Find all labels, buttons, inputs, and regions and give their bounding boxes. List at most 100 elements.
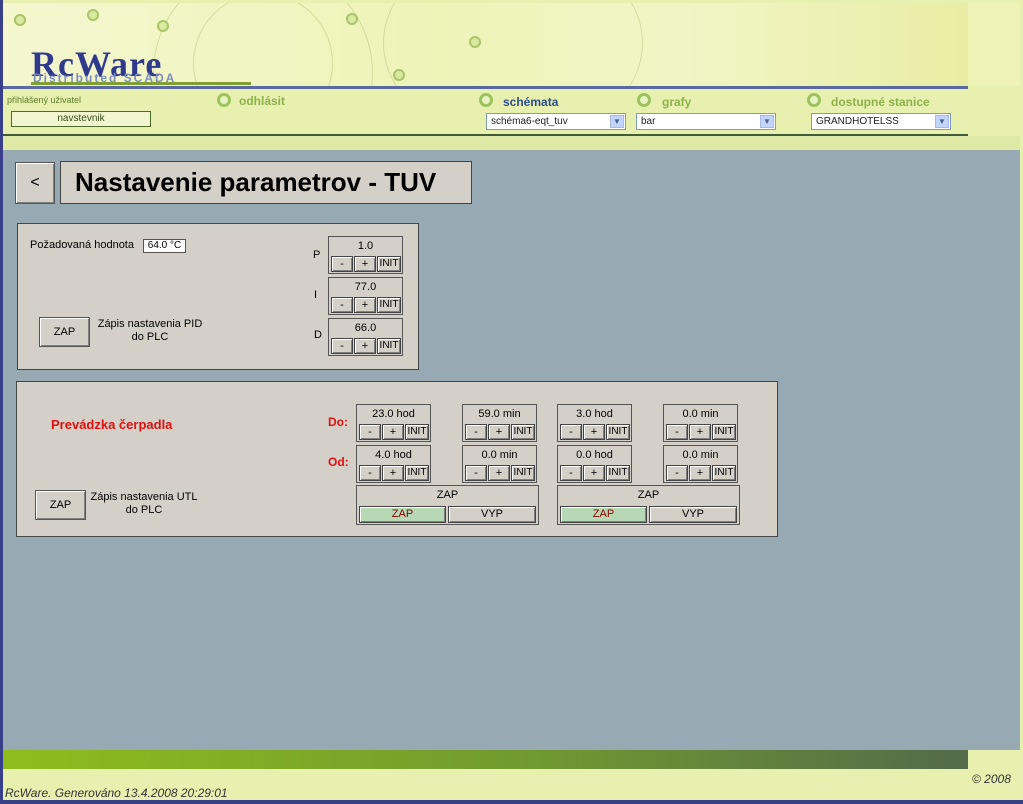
d-init-button[interactable]: INIT: [377, 338, 401, 354]
do-hours-spinner-2: 3.0 hod - + INIT: [557, 404, 632, 442]
od-value-4: 0.0 min: [682, 449, 719, 461]
do-hours-spinner-1: 23.0 hod - + INIT: [356, 404, 431, 442]
p-minus-button[interactable]: -: [331, 256, 353, 272]
stations-select[interactable]: GRANDHOTELSS ▼: [811, 113, 951, 130]
schemes-label: schémata: [503, 95, 559, 109]
graphs-select-value: bar: [641, 116, 656, 127]
init-button[interactable]: INIT: [405, 465, 429, 481]
logged-user-name: navstevnik: [11, 111, 151, 127]
do-value-2: 59.0 min: [478, 408, 521, 420]
toggle-state-label: ZAP: [436, 489, 459, 501]
banner-dot-icon: [87, 9, 99, 21]
chevron-down-icon[interactable]: ▼: [760, 115, 774, 128]
plus-button[interactable]: +: [583, 465, 605, 481]
init-button[interactable]: INIT: [511, 424, 535, 440]
footer-gradient-bar: [3, 750, 968, 769]
do-minutes-spinner-2: 0.0 min - + INIT: [663, 404, 738, 442]
plus-button[interactable]: +: [689, 424, 711, 440]
schemes-bullet-icon: [479, 93, 493, 107]
p-spinner: 1.0 - + INIT: [328, 236, 403, 274]
i-value: 77.0: [354, 281, 377, 293]
minus-button[interactable]: -: [359, 424, 381, 440]
banner-dot-icon: [393, 69, 405, 81]
minus-button[interactable]: -: [560, 465, 582, 481]
p-plus-button[interactable]: +: [354, 256, 376, 272]
d-minus-button[interactable]: -: [331, 338, 353, 354]
d-label: D: [314, 329, 322, 341]
i-minus-button[interactable]: -: [331, 297, 353, 313]
stations-select-value: GRANDHOTELSS: [816, 116, 899, 127]
toggle-off-button[interactable]: VYP: [649, 506, 737, 523]
logo-underline: [31, 82, 251, 85]
plus-button[interactable]: +: [488, 424, 510, 440]
p-init-button[interactable]: INIT: [377, 256, 401, 272]
chevron-down-icon[interactable]: ▼: [610, 115, 624, 128]
plus-button[interactable]: +: [689, 465, 711, 481]
stations-label: dostupné stanice: [831, 95, 930, 109]
minus-button[interactable]: -: [465, 424, 487, 440]
banner-dot-icon: [469, 36, 481, 48]
plus-button[interactable]: +: [488, 465, 510, 481]
od-hours-spinner-2: 0.0 hod - + INIT: [557, 445, 632, 483]
minus-button[interactable]: -: [359, 465, 381, 481]
minus-button[interactable]: -: [560, 424, 582, 440]
toggle-off-button[interactable]: VYP: [448, 506, 536, 523]
i-plus-button[interactable]: +: [354, 297, 376, 313]
minus-button[interactable]: -: [666, 465, 688, 481]
i-spinner: 77.0 - + INIT: [328, 277, 403, 315]
banner-arc: [193, 3, 333, 86]
od-minutes-spinner-2: 0.0 min - + INIT: [663, 445, 738, 483]
pid-write-button[interactable]: ZAP: [39, 317, 90, 347]
d-spinner: 66.0 - + INIT: [328, 318, 403, 356]
pid-write-label: Zápis nastavenia PID: [97, 318, 203, 330]
frame-bottom-border: [0, 800, 1023, 804]
pump-title: Prevádzka čerpadla: [51, 417, 173, 432]
minus-button[interactable]: -: [465, 465, 487, 481]
banner-dot-icon: [14, 14, 26, 26]
header-banner: RcWare Distributed SCADA: [3, 3, 968, 86]
generated-timestamp: RcWare. Generováno 13.4.2008 20:29:01: [5, 786, 228, 800]
chevron-down-icon[interactable]: ▼: [935, 115, 949, 128]
init-button[interactable]: INIT: [511, 465, 535, 481]
utl-write-label: Zápis nastavenia UTL: [90, 491, 198, 503]
plus-button[interactable]: +: [382, 424, 404, 440]
toggle-on-button[interactable]: ZAP: [560, 506, 647, 523]
minus-button[interactable]: -: [666, 424, 688, 440]
pump-toggle-2: ZAP ZAP VYP: [557, 485, 740, 525]
toggle-on-button[interactable]: ZAP: [359, 506, 446, 523]
init-button[interactable]: INIT: [712, 424, 736, 440]
d-plus-button[interactable]: +: [354, 338, 376, 354]
logout-link[interactable]: odhlásit: [239, 94, 285, 108]
utl-write-label-2: do PLC: [125, 504, 163, 516]
p-value: 1.0: [357, 240, 374, 252]
do-label: Do:: [328, 415, 348, 429]
i-label: I: [314, 289, 318, 301]
schemes-select-value: schéma6-eqt_tuv: [491, 116, 568, 127]
graphs-select[interactable]: bar ▼: [636, 113, 776, 130]
schemes-select[interactable]: schéma6-eqt_tuv ▼: [486, 113, 626, 130]
utl-write-button[interactable]: ZAP: [35, 490, 86, 520]
banner-dot-icon: [346, 13, 358, 25]
graphs-bullet-icon: [637, 93, 651, 107]
i-init-button[interactable]: INIT: [377, 297, 401, 313]
plus-button[interactable]: +: [382, 465, 404, 481]
logged-user-label: přihlášený uživatel: [7, 95, 82, 105]
do-value-4: 0.0 min: [682, 408, 719, 420]
plus-button[interactable]: +: [583, 424, 605, 440]
init-button[interactable]: INIT: [405, 424, 429, 440]
setpoint-label: Požadovaná hodnota: [30, 239, 134, 251]
do-minutes-spinner-1: 59.0 min - + INIT: [462, 404, 537, 442]
d-value: 66.0: [354, 322, 377, 334]
init-button[interactable]: INIT: [606, 465, 630, 481]
od-hours-spinner-1: 4.0 hod - + INIT: [356, 445, 431, 483]
copyright-text: © 2008: [972, 772, 1011, 786]
od-value-2: 0.0 min: [481, 449, 518, 461]
banner-arc: [383, 3, 643, 86]
setpoint-value: 64.0 °C: [143, 239, 186, 253]
back-button[interactable]: <: [15, 162, 55, 204]
do-value-3: 3.0 hod: [576, 408, 613, 420]
pump-toggle-1: ZAP ZAP VYP: [356, 485, 539, 525]
init-button[interactable]: INIT: [712, 465, 736, 481]
do-value-1: 23.0 hod: [372, 408, 415, 420]
init-button[interactable]: INIT: [606, 424, 630, 440]
